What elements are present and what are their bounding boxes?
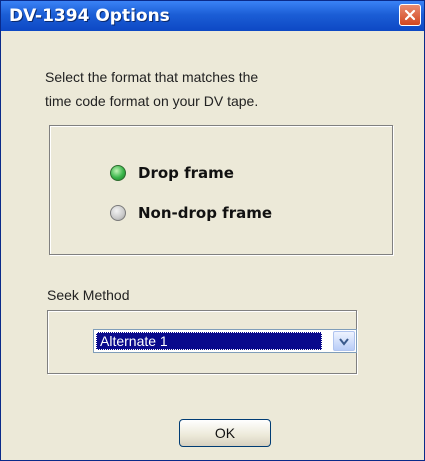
timecode-format-group: Drop frame Non-drop frame <box>49 125 393 255</box>
radio-selected-icon[interactable] <box>110 165 126 181</box>
title-bar[interactable]: DV-1394 Options <box>1 1 424 31</box>
instructions-text: Select the format that matches the time … <box>45 65 345 113</box>
close-icon <box>404 9 416 21</box>
radio-drop-frame[interactable]: Drop frame <box>110 162 234 184</box>
close-button[interactable] <box>399 4 421 26</box>
ok-button[interactable]: OK <box>179 419 271 447</box>
instructions-line-1: Select the format that matches the <box>45 69 259 85</box>
window-title: DV-1394 Options <box>9 6 170 26</box>
instructions-line-2: time code format on your DV tape. <box>45 93 259 109</box>
seek-method-select[interactable]: Alternate 1 <box>93 329 357 353</box>
chevron-down-icon <box>339 338 349 346</box>
radio-non-drop-frame[interactable]: Non-drop frame <box>110 202 272 224</box>
radio-non-drop-frame-label[interactable]: Non-drop frame <box>138 204 272 222</box>
radio-unselected-icon[interactable] <box>110 205 126 221</box>
dropdown-button[interactable] <box>333 331 355 351</box>
radio-drop-frame-label[interactable]: Drop frame <box>138 164 234 182</box>
seek-method-value[interactable]: Alternate 1 <box>96 332 322 350</box>
seek-method-label: Seek Method <box>47 287 130 303</box>
dialog-window: DV-1394 Options Select the format that m… <box>0 0 425 461</box>
